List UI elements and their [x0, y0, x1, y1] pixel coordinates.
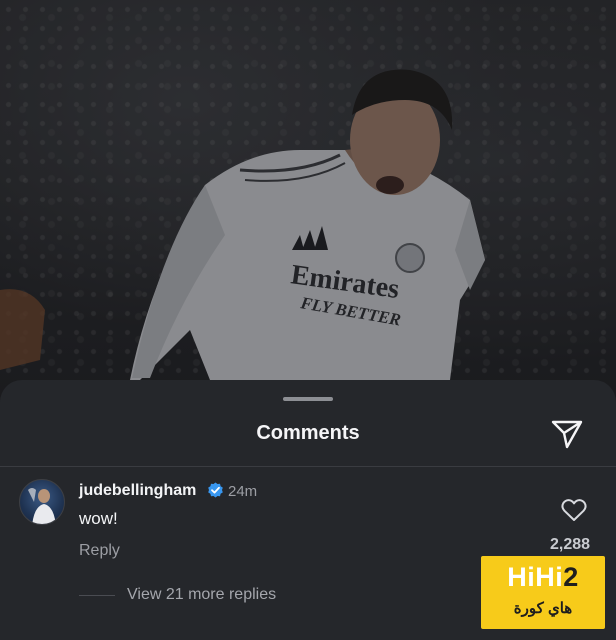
avatar-photo [28, 488, 56, 524]
heart-icon [561, 499, 587, 521]
reply-button[interactable]: Reply [79, 542, 120, 560]
like-count: 2,288 [550, 536, 591, 553]
logo-wordmark: HiHi2 [481, 562, 605, 593]
logo-arabic-text: هاي كورة [513, 600, 573, 617]
logo-prefix: HiHi [507, 562, 564, 592]
verified-badge-icon [208, 482, 223, 498]
post-photo: Emirates FLY BETTER [0, 0, 616, 400]
sheet-title: Comments [256, 422, 360, 444]
view-more-replies-link[interactable]: View 21 more replies [127, 586, 276, 604]
like-button[interactable] [561, 498, 587, 522]
photo-dim-overlay [0, 0, 616, 400]
comment-username[interactable]: judebellingham [79, 482, 196, 500]
avatar[interactable] [19, 479, 65, 525]
replies-connector-line [79, 595, 115, 596]
comment-timestamp: 24m [228, 483, 258, 500]
site-watermark-logo: HiHi2 هاي كورة [481, 556, 605, 629]
sheet-drag-handle[interactable] [283, 397, 333, 401]
share-send-icon [551, 420, 583, 449]
logo-number: 2 [563, 562, 579, 592]
comment-text: wow! [79, 509, 118, 528]
share-button[interactable] [550, 418, 584, 450]
header-divider [0, 466, 616, 467]
